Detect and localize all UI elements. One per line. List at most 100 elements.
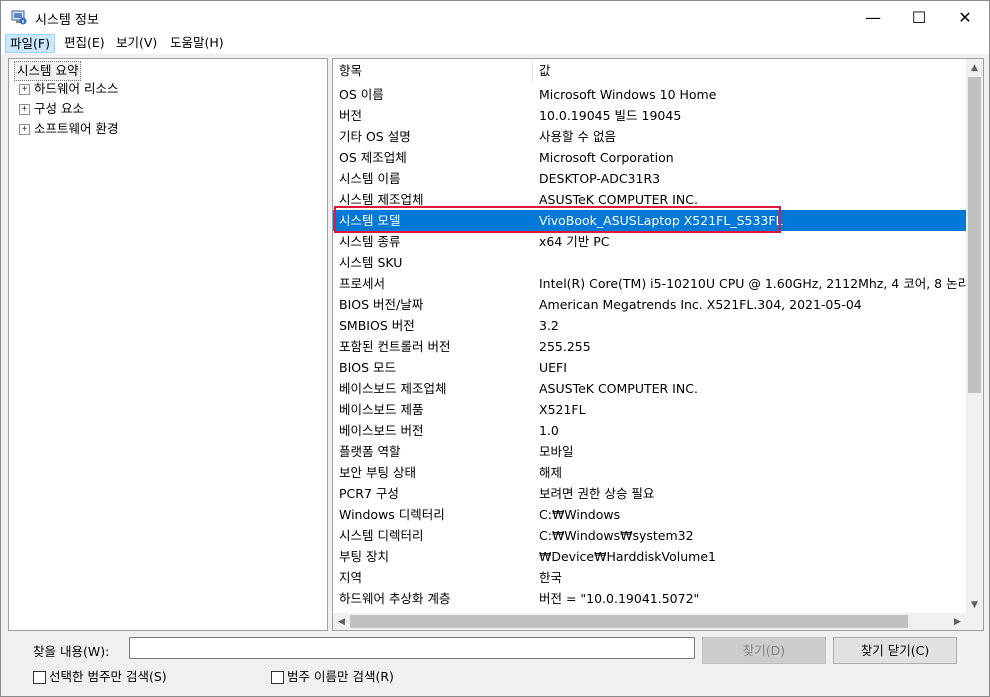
menu-help[interactable]: 도움말(H)	[166, 34, 228, 53]
list-row[interactable]: 프로세서 Intel(R) Core(TM) i5-10210U CPU @ 1.…	[333, 273, 969, 294]
list-row[interactable]: OS 이름 Microsoft Windows 10 Home	[333, 84, 966, 105]
vertical-scroll-thumb[interactable]	[968, 77, 981, 393]
row-item-value: 1.0	[539, 423, 559, 438]
list-row[interactable]: 시스템 제조업체 ASUSTeK COMPUTER INC.	[333, 189, 966, 210]
scroll-right-icon[interactable]: ▶	[949, 613, 966, 630]
list-row[interactable]: 보안 부팅 상태 해제	[333, 462, 966, 483]
list-row[interactable]: 플랫폼 역할 모바일	[333, 441, 966, 462]
system-info-app-icon	[11, 10, 27, 25]
window-title: 시스템 정보	[35, 13, 99, 28]
tree-item-hardware-resources[interactable]: + 하드웨어 리소스	[19, 80, 118, 98]
list-row[interactable]: 베이스보드 버전 1.0	[333, 420, 966, 441]
scroll-up-icon[interactable]: ▲	[966, 59, 983, 76]
list-row[interactable]: 부팅 장치 ₩Device₩HarddiskVolume1	[333, 546, 966, 567]
search-selected-category-checkbox[interactable]: 선택한 범주만 검색(S)	[33, 670, 167, 686]
search-category-names-checkbox[interactable]: 범주 이름만 검색(R)	[271, 670, 394, 686]
menu-edit[interactable]: 편집(E)	[60, 34, 109, 53]
minimize-button[interactable]: —	[850, 1, 896, 34]
find-button[interactable]: 찾기(D)	[702, 637, 826, 664]
minimize-icon: —	[865, 8, 881, 27]
tree-item-components[interactable]: + 구성 요소	[19, 100, 84, 118]
list-row[interactable]: PCR7 구성 보려면 권한 상승 필요	[333, 483, 966, 504]
row-item-value: ASUSTeK COMPUTER INC.	[539, 192, 698, 207]
close-window-button[interactable]: ✕	[942, 1, 988, 34]
row-item-value: X521FL	[539, 402, 586, 417]
title-bar: 시스템 정보 — ☐ ✕	[1, 1, 989, 34]
row-item-value: 255.255	[539, 339, 591, 354]
column-header-value[interactable]: 값	[533, 59, 551, 83]
row-item-value: x64 기반 PC	[539, 234, 610, 249]
checkbox-box[interactable]	[33, 671, 46, 684]
row-item-value: 해제	[539, 465, 563, 480]
horizontal-scrollbar[interactable]: ◀ ▶	[333, 613, 966, 630]
row-item-value: 보려면 권한 상승 필요	[539, 486, 655, 501]
scroll-down-icon[interactable]: ▼	[966, 596, 983, 613]
row-item-value: 한국	[539, 570, 563, 585]
row-item-name: 부팅 장치	[339, 549, 389, 564]
list-row[interactable]: 베이스보드 제품 X521FL	[333, 399, 966, 420]
list-row[interactable]: 시스템 모델 VivoBook_ASUSLaptop X521FL_S533FL	[333, 210, 966, 231]
row-item-value: C:₩Windows₩system32	[539, 528, 694, 543]
row-item-name: BIOS 버전/날짜	[339, 297, 424, 312]
row-item-name: 시스템 디렉터리	[339, 528, 424, 543]
row-item-name: 베이스보드 버전	[339, 423, 424, 438]
row-item-name: 시스템 종류	[339, 234, 401, 249]
list-row[interactable]: 시스템 디렉터리 C:₩Windows₩system32	[333, 525, 966, 546]
row-item-value: 사용할 수 없음	[539, 129, 616, 144]
tree-item-label: 구성 요소	[34, 101, 84, 116]
expand-icon[interactable]: +	[19, 104, 30, 115]
find-label: 찾을 내용(W):	[33, 644, 110, 659]
row-item-value: Microsoft Windows 10 Home	[539, 87, 717, 102]
tree-item-software-environment[interactable]: + 소프트웨어 환경	[19, 120, 118, 138]
checkbox-box[interactable]	[271, 671, 284, 684]
row-item-name: SMBIOS 버전	[339, 318, 415, 333]
row-item-name: Windows 디렉터리	[339, 507, 445, 522]
column-header-item[interactable]: 항목	[333, 59, 362, 83]
list-row[interactable]: 지역 한국	[333, 567, 966, 588]
list-row[interactable]: 시스템 이름 DESKTOP-ADC31R3	[333, 168, 966, 189]
list-row[interactable]: 포함된 컨트롤러 버전 255.255	[333, 336, 966, 357]
find-input[interactable]	[129, 637, 695, 659]
menu-file[interactable]: 파일(F)	[5, 34, 55, 53]
row-item-value: VivoBook_ASUSLaptop X521FL_S533FL	[539, 213, 783, 228]
tree-item-system-summary[interactable]: 시스템 요약	[14, 61, 82, 81]
row-item-value: ASUSTeK COMPUTER INC.	[539, 381, 698, 396]
row-item-name: 프로세서	[339, 276, 386, 291]
expand-icon[interactable]: +	[19, 124, 30, 135]
row-item-value: DESKTOP-ADC31R3	[539, 171, 661, 186]
list-row[interactable]: 기타 OS 설명 사용할 수 없음	[333, 126, 966, 147]
row-item-value: UEFI	[539, 360, 567, 375]
close-find-button[interactable]: 찾기 닫기(C)	[833, 637, 957, 664]
row-item-name: 하드웨어 추상화 계층	[339, 591, 451, 606]
close-icon: ✕	[958, 8, 972, 27]
row-item-name: OS 제조업체	[339, 150, 407, 165]
list-row[interactable]: 시스템 종류 x64 기반 PC	[333, 231, 966, 252]
list-row[interactable]: 베이스보드 제조업체 ASUSTeK COMPUTER INC.	[333, 378, 966, 399]
list-row[interactable]: 하드웨어 추상화 계층 버전 = "10.0.19041.5072"	[333, 588, 966, 609]
row-item-name: BIOS 모드	[339, 360, 397, 375]
menu-view[interactable]: 보기(V)	[112, 34, 161, 53]
scrollbar-corner	[966, 613, 983, 630]
row-item-name: OS 이름	[339, 87, 384, 102]
maximize-button[interactable]: ☐	[896, 1, 942, 34]
list-row[interactable]: Windows 디렉터리 C:₩Windows	[333, 504, 966, 525]
row-item-value: Microsoft Corporation	[539, 150, 674, 165]
list-row[interactable]: 시스템 SKU	[333, 252, 966, 273]
horizontal-scroll-thumb[interactable]	[350, 615, 908, 628]
row-item-value: 버전 = "10.0.19041.5072"	[539, 591, 700, 606]
row-item-name: 버전	[339, 108, 363, 123]
row-item-name: 지역	[339, 570, 363, 585]
expand-icon[interactable]: +	[19, 84, 30, 95]
list-row[interactable]: BIOS 버전/날짜 American Megatrends Inc. X521F…	[333, 294, 966, 315]
scroll-left-icon[interactable]: ◀	[333, 613, 350, 630]
list-row[interactable]: 버전 10.0.19045 빌드 19045	[333, 105, 966, 126]
vertical-scrollbar[interactable]: ▲ ▼	[966, 59, 983, 613]
list-row[interactable]: OS 제조업체 Microsoft Corporation	[333, 147, 966, 168]
list-row[interactable]: BIOS 모드 UEFI	[333, 357, 966, 378]
row-item-value: 3.2	[539, 318, 559, 333]
row-item-name: 기타 OS 설명	[339, 129, 411, 144]
category-tree[interactable]: 시스템 요약 + 하드웨어 리소스 + 구성 요소 + 소프트웨어 환경	[8, 58, 328, 631]
details-list[interactable]: 항목 값 OS 이름 Microsoft Windows 10 Home 버전 10.…	[332, 58, 984, 631]
list-row[interactable]: SMBIOS 버전 3.2	[333, 315, 966, 336]
system-info-window: 시스템 정보 — ☐ ✕ 파일(F) 편집(E) 보기(V) 도움말(H) 시스…	[0, 0, 990, 697]
